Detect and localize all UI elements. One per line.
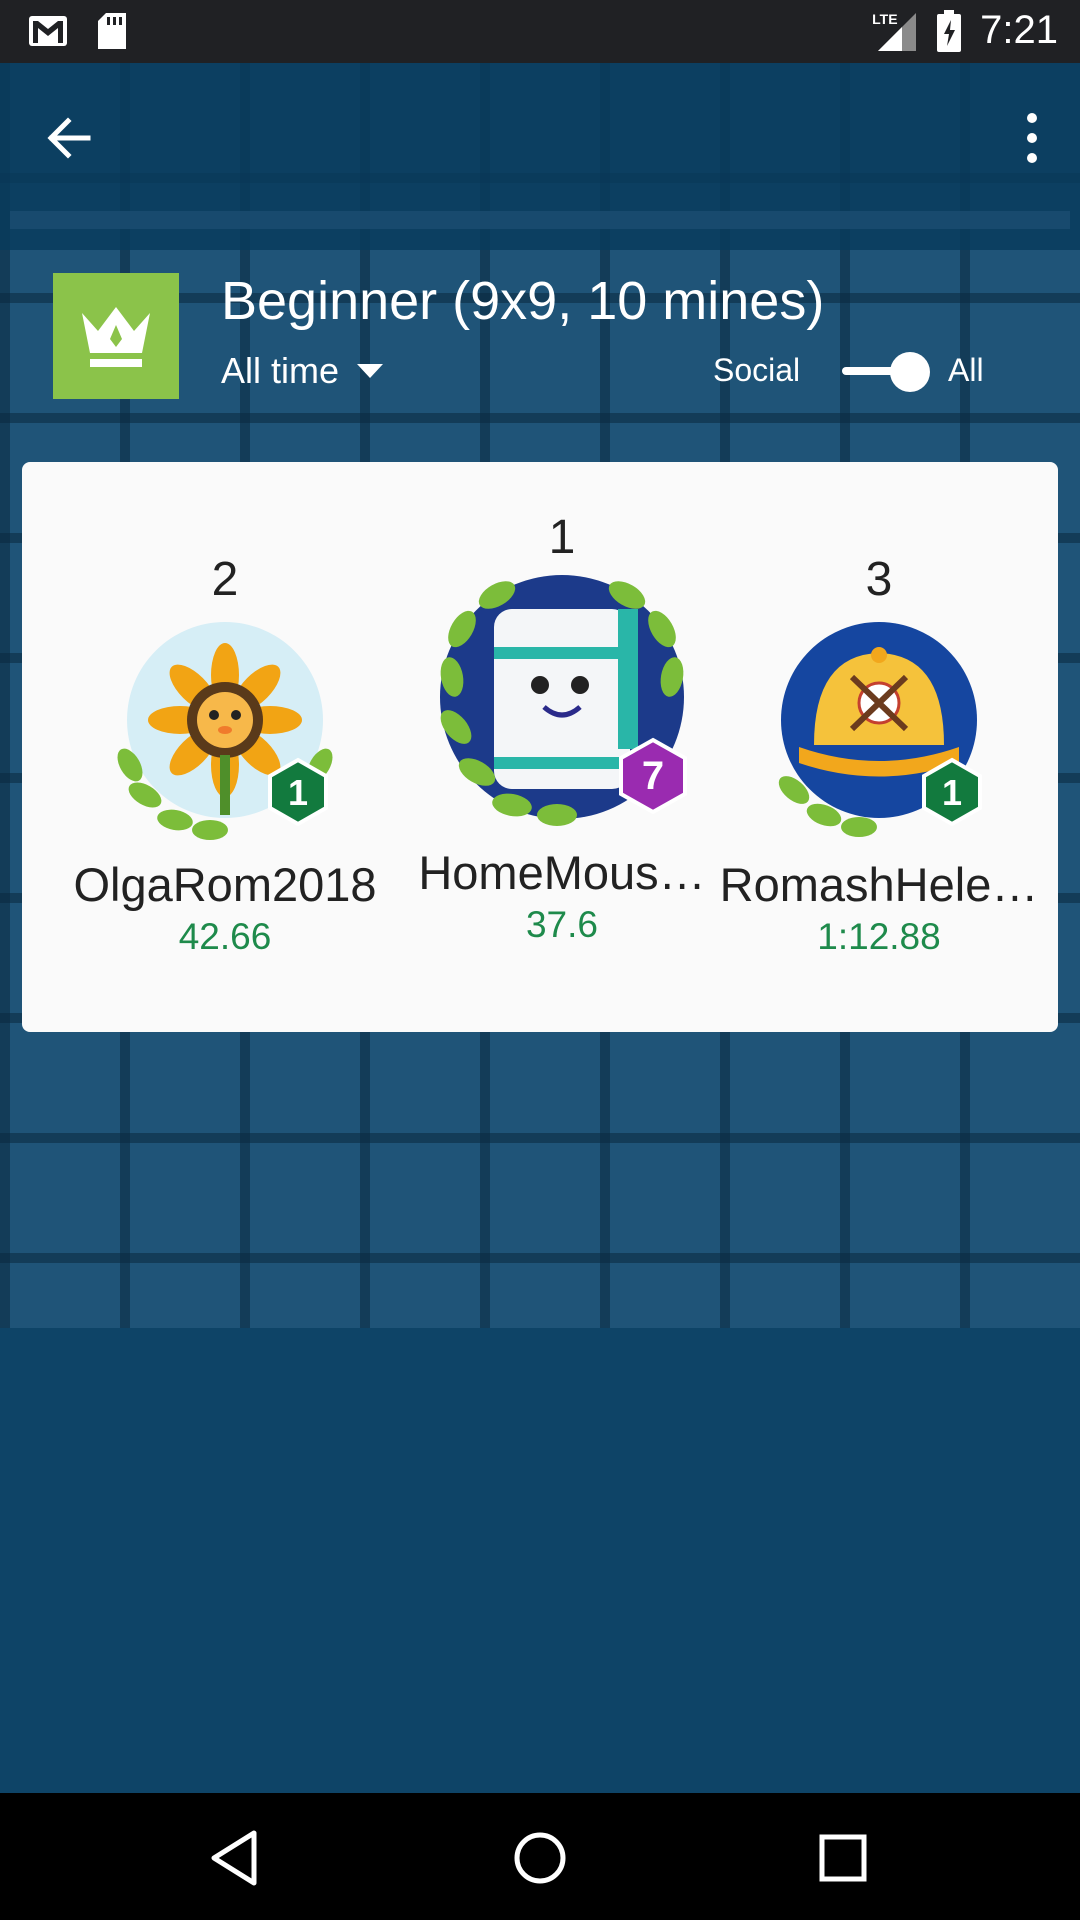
toggle-label-all[interactable]: All xyxy=(948,352,984,389)
player-score: 42.66 xyxy=(178,916,272,957)
level-badge-text: 7 xyxy=(642,754,664,798)
back-triangle-icon[interactable] xyxy=(200,1823,270,1893)
level-badge-text: 1 xyxy=(288,772,308,813)
social-all-toggle[interactable] xyxy=(842,352,930,392)
player-name: RomashHele… xyxy=(719,858,1039,911)
app-bar-divider xyxy=(10,211,1070,229)
difficulty-badge xyxy=(53,273,179,399)
app-bar xyxy=(0,63,1080,250)
rank-number: 3 xyxy=(865,553,893,606)
more-vert-icon[interactable] xyxy=(1002,108,1062,168)
player-name: HomeMous… xyxy=(418,846,706,899)
sd-card-icon xyxy=(98,13,126,49)
baseball-cap-avatar-icon: 1 xyxy=(778,622,982,837)
clock: 7:21 xyxy=(980,8,1058,52)
recents-square-icon[interactable] xyxy=(808,1823,878,1893)
time-filter-label: All time xyxy=(221,350,340,391)
toggle-thumb xyxy=(890,352,930,392)
leaderboard-title: Beginner (9x9, 10 mines) xyxy=(221,271,825,331)
podium-player-third[interactable]: 3 1 RomashHele… 1:12.88 xyxy=(714,552,1044,958)
podium-player-first[interactable]: 1 7 HomeMous… 37.6 xyxy=(397,510,727,946)
status-bar: LTE 7:21 xyxy=(0,0,1080,63)
time-filter-dropdown[interactable]: All time xyxy=(221,350,384,392)
gmail-icon xyxy=(29,16,67,46)
robot-avatar-icon: 7 xyxy=(440,575,687,826)
signal-icon: LTE xyxy=(872,9,918,53)
podium-player-second[interactable]: 2 1 OlgaRom2018 42.66 xyxy=(60,552,390,958)
rank-number: 2 xyxy=(211,553,239,606)
leaderboard-podium-card: 2 1 OlgaRom2018 42.66 1 7 HomeMous… 37.6… xyxy=(22,462,1058,1032)
battery-charging-icon xyxy=(937,9,962,52)
player-score: 1:12.88 xyxy=(817,916,941,957)
rank-number: 1 xyxy=(548,511,576,564)
player-score: 37.6 xyxy=(525,904,598,945)
system-nav-bar xyxy=(0,1793,1080,1920)
level-badge-text: 1 xyxy=(942,772,962,813)
caret-down-icon xyxy=(357,364,384,378)
home-circle-icon[interactable] xyxy=(505,1823,575,1893)
sunflower-avatar-icon: 1 xyxy=(117,622,333,840)
toggle-label-social[interactable]: Social xyxy=(713,352,800,389)
player-name: OlgaRom2018 xyxy=(73,858,377,911)
arrow-back-icon[interactable] xyxy=(40,108,100,168)
crown-icon xyxy=(82,307,150,367)
